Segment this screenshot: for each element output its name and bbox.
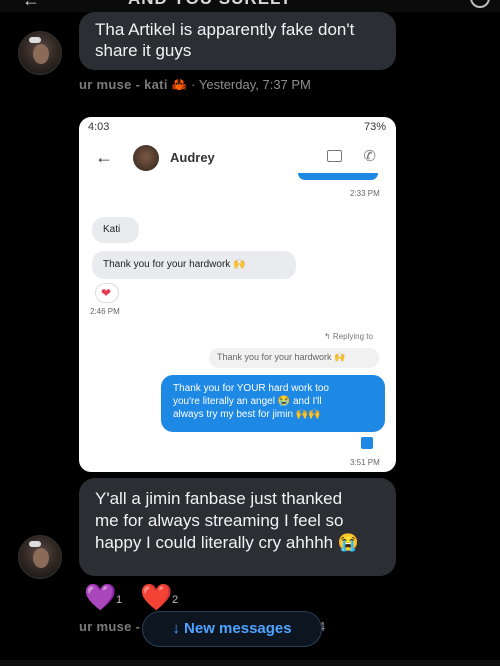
- message-text: Tha Artikel is apparently fake don't: [95, 20, 355, 39]
- top-bar: ← AND YOU SURELY: [0, 0, 500, 12]
- bow-icon: [29, 541, 41, 547]
- timestamp: · Yesterday, 7:37 PM: [191, 77, 311, 92]
- message-text: me for always streaming I feel so: [95, 511, 344, 530]
- timestamp: 2:46 PM: [90, 307, 120, 316]
- bow-icon: [29, 37, 41, 43]
- divider: [0, 660, 500, 666]
- message-meta: ur muse - kati 🦀 · Yesterday, 7:37 PM: [79, 77, 311, 93]
- avatar[interactable]: [18, 31, 62, 75]
- replying-label: ↰ Replying to: [324, 332, 373, 341]
- new-messages-button[interactable]: ↓ New messages: [142, 611, 322, 647]
- heart-icon: ❤: [101, 286, 112, 300]
- sent-message-bubble: Thank you for YOUR hard work too you're …: [161, 375, 385, 432]
- back-arrow-icon[interactable]: ←: [22, 0, 40, 11]
- contact-name: Audrey: [170, 150, 215, 165]
- message-text: Y'all a jimin fanbase just thanked: [95, 489, 343, 508]
- avatar[interactable]: [18, 535, 62, 579]
- message-bubble[interactable]: Y'all a jimin fanbase just thanked me fo…: [79, 478, 396, 576]
- sent-message-bubble: [298, 173, 378, 180]
- reaction-badge: ❤: [95, 283, 119, 303]
- timestamp: 2:33 PM: [350, 189, 380, 198]
- sender-name[interactable]: ur muse - kati: [79, 77, 168, 92]
- seen-indicator-icon: [361, 437, 373, 449]
- chat-title: AND YOU SURELY: [128, 0, 292, 9]
- phone-status-bar: 4:03 73%: [88, 121, 386, 133]
- video-call-icon: [327, 150, 342, 162]
- reaction-count: 2: [172, 594, 179, 606]
- reaction-count: 1: [116, 594, 123, 606]
- phone-call-icon: ✆: [363, 148, 376, 165]
- message-text: happy I could literally cry ahhhh 😭: [95, 533, 360, 552]
- message-bubble[interactable]: Tha Artikel is apparently fake don't sha…: [79, 12, 396, 70]
- message-meta: ur muse -: [79, 619, 140, 634]
- quoted-message: Thank you for your hardwork 🙌: [209, 348, 379, 368]
- received-bubble: Thank you for your hardwork 🙌: [92, 251, 296, 279]
- back-arrow-icon: ←: [95, 147, 113, 167]
- reaction-red-heart[interactable]: ❤️ 2: [140, 584, 190, 610]
- reaction-purple-heart[interactable]: 💜 1: [84, 584, 134, 610]
- sender-name[interactable]: ur muse -: [79, 619, 140, 634]
- red-heart-icon: ❤️: [140, 582, 173, 612]
- screenshot-image[interactable]: 4:03 73% ← Audrey ✆ 2:33 PM Kati Thank y…: [79, 117, 396, 472]
- crab-emoji: 🦀: [171, 77, 188, 92]
- message-text: share it guys: [95, 41, 192, 60]
- phone-chat-header: ← Audrey ✆: [79, 141, 396, 175]
- purple-heart-icon: 💜: [84, 582, 117, 612]
- info-icon[interactable]: [470, 0, 490, 8]
- avatar: [133, 145, 159, 171]
- received-bubble: Kati: [92, 217, 139, 243]
- timestamp: 3:51 PM: [350, 458, 380, 467]
